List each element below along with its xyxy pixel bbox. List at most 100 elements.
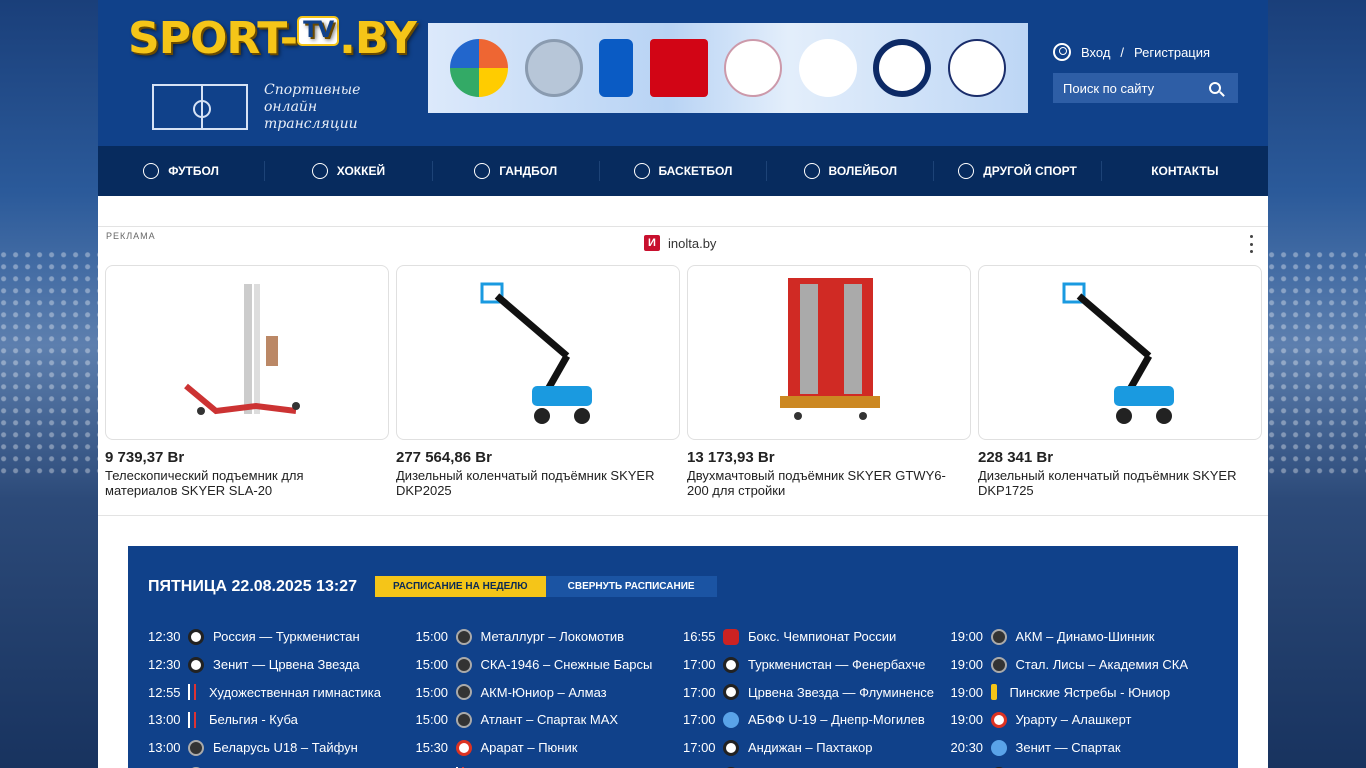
schedule-row[interactable]: 16:55 Бокс. Чемпионат России: [683, 623, 951, 651]
league-logo-eredivisie: [873, 39, 932, 97]
schedule-date: ПЯТНИЦА 22.08.2025 13:27: [148, 577, 357, 595]
schedule-row[interactable]: 15:00 СКА-1946 – Снежные Барсы: [416, 651, 684, 679]
product-image[interactable]: [105, 265, 389, 440]
schedule-row[interactable]: 15:00 Атлант – Спартак МАХ: [416, 706, 684, 734]
schedule-row[interactable]: 17:00 Туркменистан — Фенербахче: [683, 651, 951, 679]
user-links: Вход / Регистрация: [1053, 43, 1210, 61]
product-image[interactable]: [687, 265, 971, 440]
event-title: АКМ-Юниор – Алмаз: [480, 684, 607, 700]
ad-source[interactable]: И inolta.by: [644, 235, 716, 251]
ad-menu-icon[interactable]: [1248, 235, 1254, 253]
schedule-row[interactable]: 13:00 Бельгия - Куба: [148, 706, 416, 734]
ad-block: РЕКЛАМА И inolta.by 9 739,37 Br Телескопи…: [98, 226, 1268, 516]
register-link[interactable]: Регистрация: [1134, 45, 1210, 60]
product-title[interactable]: Двухмачтовый подъёмник SKYER GTWY6-200 д…: [687, 468, 959, 498]
event-time: 19:00: [950, 684, 984, 700]
leagues-banner[interactable]: [428, 23, 1028, 113]
product-title[interactable]: Дизельный коленчатый подъёмник SKYER DKP…: [978, 468, 1250, 498]
league-logo-jupiler-pro-league: [798, 39, 857, 97]
ad-card[interactable]: 228 341 Br Дизельный коленчатый подъёмник…: [978, 265, 1262, 498]
ball-icon: [188, 656, 204, 673]
event-time: 15:00: [415, 629, 449, 645]
search-icon[interactable]: [1209, 82, 1221, 94]
schedule-column: 12:30 Россия — Туркменистан 12:30 Зенит — Ц…: [148, 623, 416, 768]
schedule-row[interactable]: 19:00 Пинские Ястребы - Юниор: [951, 678, 1219, 706]
event-title: Бельгия - Куба: [209, 712, 298, 728]
schedule-row[interactable]: 19:00 Стал. Лисы – Академия СКА: [951, 651, 1219, 679]
schedule-row[interactable]: 21:30Пескара - Чезена: [951, 761, 1219, 768]
schedule-row[interactable]: 20:30 Зенит — Спартак: [951, 734, 1219, 762]
gym-icon: [188, 684, 196, 701]
ad-card[interactable]: 13 173,93 Br Двухмачтовый подъёмник SKYER…: [687, 265, 971, 498]
puck-icon: [990, 656, 1007, 673]
schedule-row[interactable]: 12:30 Россия — Туркменистан: [148, 623, 416, 651]
box-icon: [723, 628, 739, 645]
product-price: 13 173,93 Br: [687, 449, 775, 466]
ad-card[interactable]: 277 564,86 Br Дизельный коленчатый подъём…: [396, 265, 680, 498]
nav-item-1[interactable]: Хоккей: [265, 161, 433, 181]
other-sport-icon: [958, 163, 975, 179]
schedule-row[interactable]: 15:00 АКМ-Юниор – Алмаз: [416, 678, 684, 706]
blue-icon: [723, 711, 739, 728]
league-logo-spfl: [947, 39, 1006, 97]
schedule-row[interactable]: 19:00 АКМ – Динамо-Шинник: [951, 623, 1219, 651]
ball-icon: [723, 656, 739, 673]
product-title[interactable]: Телескопический подъемник для материалов…: [105, 468, 305, 498]
nav-item-6[interactable]: Контакты: [1102, 161, 1268, 181]
event-title: Црвена Звезда — Флуминенсе: [748, 684, 935, 700]
event-time: 19:00: [950, 657, 984, 673]
inolta-logo-icon: И: [644, 235, 660, 251]
schedule-row[interactable]: 12:55 Художественная гимнастика: [148, 678, 416, 706]
red-icon: [990, 711, 1007, 728]
nav-label: Контакты: [1151, 164, 1219, 178]
product-image[interactable]: [396, 265, 680, 440]
schedule-row[interactable]: 17:00 Црвена Звезда — Флуминенсе: [683, 678, 951, 706]
product-image[interactable]: [978, 265, 1262, 440]
event-title: Андижан – Пахтакор: [748, 740, 873, 756]
schedule-row[interactable]: 13:00 Беларусь U18 – Тайфун: [148, 734, 416, 762]
blue-icon: [990, 739, 1007, 756]
event-time: 17:00: [683, 684, 716, 700]
event-time: 19:00: [950, 629, 984, 645]
event-time: 15:00: [415, 657, 449, 673]
gym-icon: [188, 711, 196, 728]
event-time: 20:30: [950, 740, 984, 756]
puck-icon: [455, 628, 472, 645]
nav-item-0[interactable]: Футбол: [98, 161, 266, 181]
nav-item-4[interactable]: Волейбол: [767, 161, 935, 181]
schedule-row[interactable]: 15:30 Арарат – Пюник: [416, 734, 684, 762]
event-time: 19:00: [950, 712, 984, 728]
collapse-schedule-button[interactable]: СВЕРНУТЬ РАСПИСАНИЕ: [545, 576, 717, 597]
product-price: 228 341 Br: [978, 449, 1054, 466]
schedule-row[interactable]: 15:30США - Словения: [416, 761, 684, 768]
nav-item-5[interactable]: Другой спорт: [934, 161, 1102, 181]
event-title: Зенит — Спартак: [1015, 740, 1121, 756]
schedule-column: 16:55 Бокс. Чемпионат России 17:00 Туркмени…: [683, 623, 951, 768]
event-time: 15:30: [415, 740, 449, 756]
puck-icon: [188, 739, 204, 756]
league-logo-serie-a: [599, 39, 634, 97]
schedule-row[interactable]: 15:00 Металлург – Локомотив: [416, 623, 684, 651]
event-time: 12:30: [148, 657, 181, 673]
schedule-row[interactable]: 17:00 Андижан – Пахтакор: [683, 734, 951, 762]
login-link[interactable]: Вход: [1081, 45, 1110, 60]
ball-icon: [188, 628, 204, 645]
handball-icon: [474, 163, 491, 179]
site-logo[interactable]: SPORT- TV .BY Спортивные онлайн трансляции: [128, 14, 417, 133]
nav-item-2[interactable]: Гандбол: [433, 161, 600, 181]
league-logo-bundesliga: [649, 39, 708, 97]
schedule-row[interactable]: 13:00Капитан – Кр. Машица Юниор: [148, 761, 416, 768]
event-time: 17:00: [683, 740, 716, 756]
schedule-row[interactable]: 18:00Кызылжум – Буньёдкор: [683, 761, 951, 768]
schedule-row[interactable]: 12:30 Зенит — Црвена Звезда: [148, 651, 416, 679]
puck-icon: [455, 711, 472, 728]
search-input[interactable]: [1053, 80, 1203, 96]
schedule-row[interactable]: 17:00 АБФФ U-19 – Днепр-Могилев: [683, 706, 951, 734]
ad-card[interactable]: 9 739,37 Br Телескопический подъемник для…: [105, 265, 389, 498]
weekly-schedule-button[interactable]: РАСПИСАНИЕ НА НЕДЕЛЮ: [374, 576, 546, 597]
nav-item-3[interactable]: Баскетбол: [600, 161, 768, 181]
schedule-row[interactable]: 19:00 Урарту – Алашкерт: [951, 706, 1219, 734]
product-title[interactable]: Дизельный коленчатый подъёмник SKYER DKP…: [396, 468, 668, 498]
ball-icon: [723, 739, 739, 756]
event-time: 16:55: [683, 629, 716, 645]
